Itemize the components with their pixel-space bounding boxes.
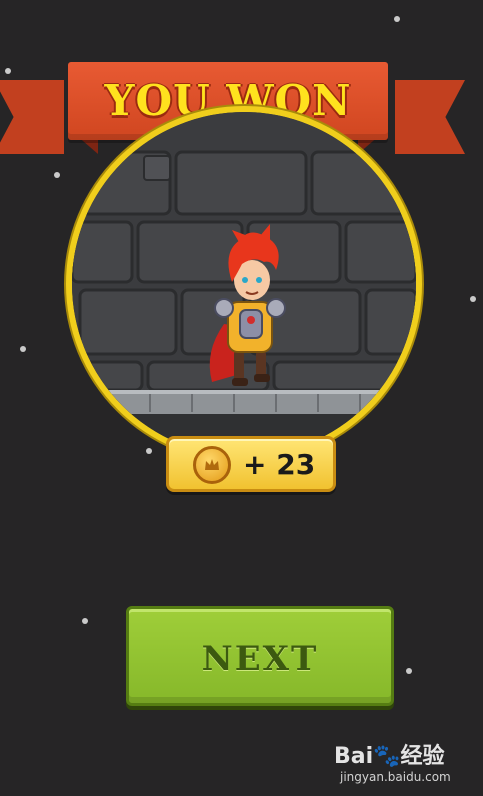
snow-particle xyxy=(470,296,476,302)
snow-particle xyxy=(20,346,26,352)
coin-reward-amount: + 23 xyxy=(243,448,316,481)
snow-particle xyxy=(394,16,400,22)
baidu-jingyan-watermark: Bai🐾经验 jingyan.baidu.com xyxy=(334,738,474,788)
dungeon-background xyxy=(72,112,416,456)
snow-particle xyxy=(406,668,412,674)
next-button[interactable]: NEXT xyxy=(126,606,394,706)
ribbon-tail-left xyxy=(0,80,64,154)
watermark-site: jingyan.baidu.com xyxy=(340,770,451,784)
watermark-brand: Bai🐾经验 xyxy=(334,744,445,769)
coin-icon xyxy=(193,446,231,484)
hero-scene xyxy=(66,106,422,462)
next-button-label: NEXT xyxy=(201,639,319,679)
snow-particle xyxy=(54,172,60,178)
snow-particle xyxy=(5,68,11,74)
coin-reward: + 23 xyxy=(166,436,336,492)
snow-particle xyxy=(146,448,152,454)
ribbon-tail-right xyxy=(395,80,465,154)
snow-particle xyxy=(82,618,88,624)
